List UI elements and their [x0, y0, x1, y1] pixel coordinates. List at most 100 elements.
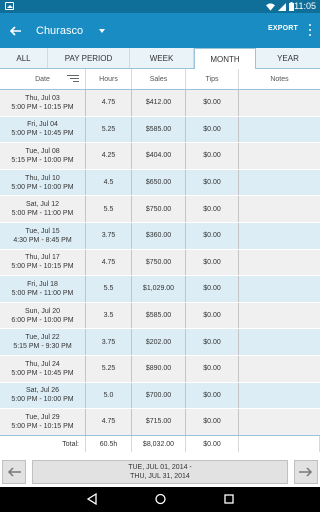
- date-cell: Thu, Jul 10 5:00 PM - 10:00 PM: [0, 169, 86, 196]
- sales-cell: $715.00: [132, 409, 186, 435]
- sales-cell: $404.00: [132, 143, 186, 169]
- tab-week[interactable]: WEEK: [130, 48, 194, 68]
- recents-square-icon[interactable]: [224, 493, 234, 505]
- shift-day: Sat, Jul 12: [25, 201, 60, 209]
- shift-time: 5:00 PM - 11:00 PM: [11, 210, 74, 218]
- shift-day: Thu, Jul 10: [25, 174, 60, 182]
- notes-cell: [239, 143, 320, 169]
- table-row[interactable]: Tue, Jul 29 5:00 PM - 10:15 PM 4.75 $715.00…: [0, 409, 320, 436]
- clock: 11:05: [294, 1, 316, 11]
- shift-day: Sat, Jul 26: [25, 387, 60, 395]
- hours-cell: 5.25: [86, 116, 132, 143]
- hours-cell: 4.75: [86, 90, 132, 116]
- date-navigator: TUE, JUL 01, 2014 - THU, JUL 31, 2014: [0, 458, 320, 487]
- job-spinner[interactable]: Churasco: [36, 22, 106, 40]
- table-row[interactable]: Tue, Jul 15 4:30 PM - 8:45 PM 3.75 $360.00 $…: [0, 222, 320, 250]
- sales-column-header[interactable]: Sales: [132, 69, 186, 89]
- table-row[interactable]: Tue, Jul 22 5:15 PM - 9:30 PM 3.75 $202.00 $…: [0, 329, 320, 356]
- shift-day: Tue, Jul 15: [25, 227, 60, 235]
- tips-cell: $0.00: [186, 196, 239, 222]
- back-button[interactable]: [6, 22, 24, 40]
- shift-day: Tue, Jul 29: [25, 413, 60, 421]
- table-row[interactable]: Fri, Jul 04 5:00 PM - 10:45 PM 5.25 $585.00…: [0, 116, 320, 144]
- export-button[interactable]: EXPORT: [268, 25, 298, 32]
- table-row[interactable]: Thu, Jul 10 5:00 PM - 10:00 PM 4.5 $650.00 $…: [0, 169, 320, 197]
- shift-time: 5:00 PM - 10:45 PM: [11, 369, 74, 377]
- hours-column-header[interactable]: Hours: [86, 69, 132, 89]
- arrow-left-icon: [9, 26, 21, 36]
- sales-cell: $1,029.00: [132, 276, 186, 302]
- tab-year[interactable]: YEAR: [256, 48, 320, 68]
- shift-day: Sun, Jul 20: [24, 307, 61, 315]
- date-column-header[interactable]: Date: [0, 69, 86, 89]
- total-tips: $0.00: [186, 436, 239, 452]
- hours-cell: 5.5: [86, 276, 132, 302]
- tips-column-header[interactable]: Tips: [186, 69, 239, 89]
- shift-day: Fri, Jul 18: [27, 280, 58, 288]
- job-spinner-label: Churasco: [36, 25, 84, 37]
- date-cell: Tue, Jul 15 4:30 PM - 8:45 PM: [0, 222, 86, 249]
- home-circle-icon[interactable]: [155, 493, 166, 505]
- hours-cell: 4.75: [86, 249, 132, 276]
- arrow-left-icon: [7, 467, 21, 477]
- hours-cell: 5.25: [86, 355, 132, 382]
- notes-cell: [239, 303, 320, 329]
- sales-cell: $360.00: [132, 222, 186, 249]
- notes-column-header[interactable]: Notes: [239, 69, 320, 89]
- date-cell: Fri, Jul 18 5:00 PM - 11:00 PM: [0, 276, 86, 302]
- notes-cell: [239, 117, 320, 143]
- shifts-table: Thu, Jul 03 5:00 PM - 10:15 PM 4.75 $412.00…: [0, 90, 320, 436]
- tips-cell: $0.00: [186, 116, 239, 143]
- sales-cell: $750.00: [132, 196, 186, 222]
- notes-cell: [239, 276, 320, 302]
- shift-time: 5:00 PM - 10:45 PM: [11, 130, 74, 138]
- back-triangle-icon[interactable]: [87, 493, 97, 505]
- tips-cell: $0.00: [186, 355, 239, 382]
- shift-day: Tue, Jul 22: [25, 334, 60, 342]
- hours-cell: 3.75: [86, 222, 132, 249]
- table-row[interactable]: Sat, Jul 26 5:00 PM - 10:00 PM 5.0 $700.00 $…: [0, 382, 320, 410]
- hours-cell: 3.75: [86, 329, 132, 355]
- sales-cell: $412.00: [132, 90, 186, 116]
- period-tabs: ALL PAY PERIOD WEEK MONTH YEAR: [0, 48, 320, 69]
- shift-time: 5:00 PM - 10:00 PM: [11, 183, 74, 191]
- shift-day: Fri, Jul 04: [27, 121, 58, 129]
- sales-cell: $585.00: [132, 116, 186, 143]
- previous-period-button[interactable]: [2, 460, 26, 484]
- tips-cell: $0.00: [186, 90, 239, 116]
- overflow-menu-icon[interactable]: [307, 24, 313, 36]
- date-cell: Thu, Jul 03 5:00 PM - 10:15 PM: [0, 90, 86, 116]
- next-period-button[interactable]: [294, 460, 318, 484]
- table-row[interactable]: Sun, Jul 20 6:00 PM - 10:00 PM 3.5 $585.00 $…: [0, 302, 320, 330]
- table-row[interactable]: Thu, Jul 24 5:00 PM - 10:45 PM 5.25 $890.00…: [0, 355, 320, 383]
- table-row[interactable]: Thu, Jul 03 5:00 PM - 10:15 PM 4.75 $412.00…: [0, 90, 320, 117]
- table-row[interactable]: Tue, Jul 08 5:15 PM - 10:00 PM 4.25 $404.00…: [0, 143, 320, 170]
- shift-time: 5:00 PM - 10:15 PM: [11, 103, 74, 111]
- date-cell: Tue, Jul 29 5:00 PM - 10:15 PM: [0, 409, 86, 435]
- column-headers: Date Hours Sales Tips Notes: [0, 69, 320, 90]
- shift-time: 5:00 PM - 10:15 PM: [11, 263, 74, 271]
- sales-cell: $750.00: [132, 249, 186, 276]
- hours-cell: 5.5: [86, 196, 132, 222]
- notes-cell: [239, 196, 320, 222]
- arrow-right-icon: [299, 467, 313, 477]
- date-range-button[interactable]: TUE, JUL 01, 2014 - THU, JUL 31, 2014: [32, 460, 288, 484]
- tab-pay-period[interactable]: PAY PERIOD: [48, 48, 130, 68]
- status-bar: 11:05: [0, 0, 320, 13]
- tab-all[interactable]: ALL: [0, 48, 48, 68]
- table-row[interactable]: Thu, Jul 17 5:00 PM - 10:15 PM 4.75 $750.00…: [0, 249, 320, 277]
- sales-cell: $650.00: [132, 169, 186, 196]
- date-range-start: TUE, JUL 01, 2014 -: [128, 464, 192, 471]
- date-cell: Fri, Jul 04 5:00 PM - 10:45 PM: [0, 116, 86, 143]
- table-row[interactable]: Sat, Jul 12 5:00 PM - 11:00 PM 5.5 $750.00 $…: [0, 196, 320, 223]
- table-row[interactable]: Fri, Jul 18 5:00 PM - 11:00 PM 5.5 $1,029.0…: [0, 276, 320, 303]
- total-sales: $8,032.00: [132, 436, 186, 452]
- tab-month[interactable]: MONTH: [194, 48, 256, 69]
- tips-cell: $0.00: [186, 302, 239, 329]
- sales-cell: $585.00: [132, 302, 186, 329]
- notes-cell: [239, 90, 320, 116]
- sort-icon[interactable]: [67, 75, 79, 82]
- date-cell: Sun, Jul 20 6:00 PM - 10:00 PM: [0, 302, 86, 329]
- total-row: Total: 60.5h $8,032.00 $0.00: [0, 435, 320, 452]
- shift-time: 5:00 PM - 10:00 PM: [11, 396, 74, 404]
